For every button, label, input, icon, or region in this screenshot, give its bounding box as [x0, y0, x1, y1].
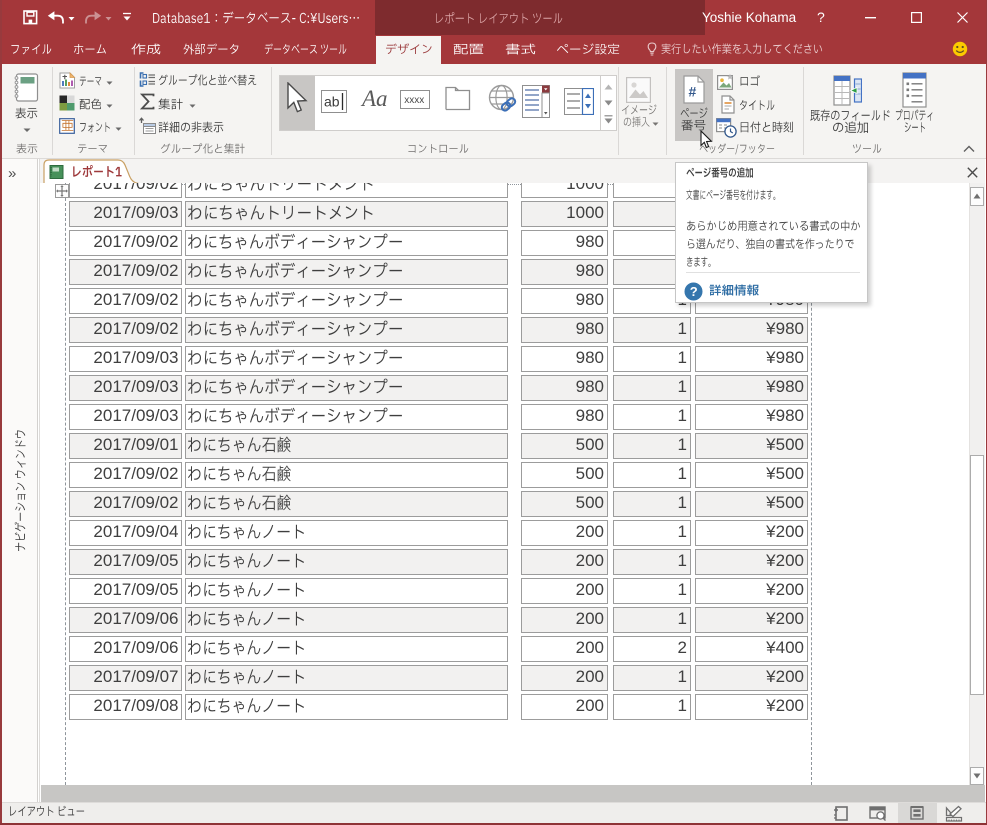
svg-text:#: #	[689, 84, 697, 100]
svg-text:ab: ab	[324, 94, 340, 110]
svg-text:xxxx: xxxx	[404, 95, 424, 106]
svg-text:?: ?	[690, 284, 698, 299]
